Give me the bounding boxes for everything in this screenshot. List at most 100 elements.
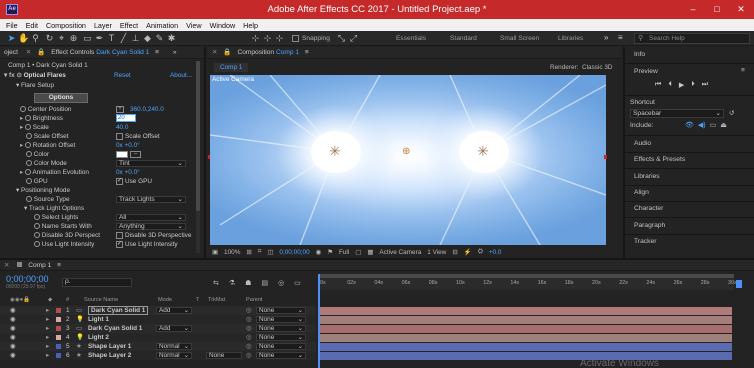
layer-row[interactable]: ◉ ▸ 2 💡 Light 1 ◎ None ⌄ [0, 315, 316, 324]
expand-triangle-icon[interactable]: ▸ [46, 324, 49, 333]
options-button[interactable]: Options [34, 93, 88, 103]
stopwatch-icon[interactable] [34, 241, 40, 248]
eyedropper-icon[interactable]: ⎯ [130, 151, 141, 158]
flare-setup-group[interactable]: ▾ Flare Setup [16, 81, 54, 90]
hand-tool-icon[interactable]: ✋ [18, 33, 29, 44]
preview-panel-tab[interactable]: Preview [634, 68, 658, 75]
snap-options-icon[interactable]: ⤡ [336, 33, 347, 44]
align-panel-tab[interactable]: Align [634, 189, 649, 196]
label-color-swatch[interactable] [56, 335, 61, 340]
work-area-bar[interactable] [320, 274, 734, 278]
zoom-tool-icon[interactable]: ⚲ [30, 33, 41, 44]
stopwatch-icon[interactable] [34, 223, 40, 230]
parent-pickwhip-icon[interactable]: ◎ [246, 306, 252, 315]
stopwatch-icon[interactable] [24, 115, 31, 122]
layer-name[interactable]: Shape Layer 2 [88, 351, 131, 360]
play-icon[interactable]: ▶ [679, 81, 684, 89]
layer-parent-select[interactable]: None ⌄ [256, 352, 306, 359]
include-overlays-icon[interactable]: ▭ [710, 121, 717, 129]
snap-feather-icon[interactable]: ⤢ [348, 33, 359, 44]
stopwatch-icon[interactable] [24, 142, 31, 149]
menu-composition[interactable]: Composition [46, 21, 86, 30]
disable-3d-checkbox[interactable] [116, 232, 123, 239]
view-layout-select[interactable]: 1 View [427, 249, 446, 256]
brightness-input[interactable]: 20 [116, 114, 136, 122]
graph-editor-icon[interactable]: ▭ [294, 279, 301, 287]
use-light-intensity-checkbox[interactable]: ✓ [116, 241, 123, 248]
layer-mode-select[interactable]: Normal ⌄ [156, 343, 192, 350]
track-light-options-group[interactable]: ▾ Track Light Options [24, 204, 84, 213]
name-starts-with-select[interactable]: Anything ⌄ [116, 223, 186, 230]
expand-triangle-icon[interactable]: ▸ [46, 351, 49, 360]
end-marker[interactable] [736, 280, 742, 288]
layer-duration-bar[interactable] [320, 315, 732, 324]
more-workspaces-icon[interactable]: » [604, 33, 608, 42]
menu-animation[interactable]: Animation [146, 21, 178, 30]
parent-pickwhip-icon[interactable]: ◎ [246, 342, 252, 351]
effect-controls-tab[interactable]: oject ✕ 🔒 Effect Controls Dark Cyan Soli… [0, 47, 204, 59]
crosshair-icon[interactable]: + [116, 106, 124, 113]
label-color-swatch[interactable] [56, 326, 61, 331]
frame-blending-icon[interactable]: ▤ [261, 279, 268, 287]
workspace-libraries[interactable]: Libraries [558, 35, 583, 42]
label-color-swatch[interactable] [56, 317, 61, 322]
brush-tool-icon[interactable]: ╱ [118, 33, 129, 44]
positioning-mode-group[interactable]: ▾ Positioning Mode [16, 186, 70, 195]
shy-layers-icon[interactable]: ☗ [245, 279, 251, 287]
layer-parent-select[interactable]: None ⌄ [256, 343, 306, 350]
layer-duration-bar[interactable] [320, 333, 732, 342]
workspace-standard[interactable]: Standard [450, 35, 477, 42]
fit-icon[interactable]: ⊞ [246, 248, 251, 256]
clone-stamp-tool-icon[interactable]: ⊥ [130, 33, 141, 44]
visibility-eye-icon[interactable]: ◉ [10, 333, 16, 342]
last-frame-icon[interactable]: ⏭ [702, 81, 708, 89]
lock-icon[interactable]: 🔒 [37, 49, 45, 56]
flowchart-icon[interactable]: ⛭ [478, 248, 483, 256]
draft-3d-icon[interactable]: ⚗ [229, 279, 235, 287]
eraser-tool-icon[interactable]: ◆ [142, 33, 153, 44]
audio-panel-tab[interactable]: Audio [634, 140, 651, 147]
label-color-swatch[interactable] [56, 353, 61, 358]
menu-effect[interactable]: Effect [120, 21, 138, 30]
panel-menu-icon[interactable]: ≡ [305, 49, 309, 56]
source-type-select[interactable]: Track Lights ⌄ [116, 196, 186, 203]
parent-pickwhip-icon[interactable]: ◎ [246, 324, 252, 333]
rotation-offset-value[interactable]: 0x +0.0° [116, 141, 140, 150]
stopwatch-icon[interactable] [34, 232, 40, 239]
panel-menu-icon[interactable]: ≡ [741, 67, 745, 74]
zoom-select[interactable]: 100% [224, 249, 240, 256]
layer-name[interactable]: Light 1 [88, 315, 109, 324]
layer-name[interactable]: Dark Cyan Solid 1 [88, 324, 142, 333]
parent-pickwhip-icon[interactable]: ◎ [246, 315, 252, 324]
tracker-panel-tab[interactable]: Tracker [634, 238, 656, 245]
scrollbar[interactable] [196, 61, 200, 253]
composition-tab[interactable]: ✕ 🔒 Composition Comp 1 ≡ [208, 47, 621, 59]
select-lights-select[interactable]: All ⌄ [116, 214, 186, 221]
layer-row[interactable]: ◉ ▸ 3 ▭ Dark Cyan Solid 1 Add ⌄ ◎ None ⌄ [0, 324, 316, 333]
close-tab-icon[interactable]: ✕ [212, 49, 218, 56]
active-camera-select[interactable]: Active Camera [379, 249, 421, 256]
expand-panels-icon[interactable]: » [173, 49, 177, 56]
layer-name[interactable]: Shape Layer 1 [88, 342, 131, 351]
color-swatch[interactable] [116, 151, 128, 158]
menu-help[interactable]: Help [243, 21, 258, 30]
stopwatch-icon[interactable] [24, 169, 31, 176]
about-link[interactable]: About... [170, 71, 192, 80]
expand-triangle-icon[interactable]: ▸ [46, 342, 49, 351]
menu-layer[interactable]: Layer [94, 21, 112, 30]
pen-tool-icon[interactable]: ✒ [94, 33, 105, 44]
parent-pickwhip-icon[interactable]: ◎ [246, 333, 252, 342]
stopwatch-icon[interactable] [26, 196, 32, 203]
transparency-grid-icon[interactable]: ▦ [367, 248, 373, 256]
expand-triangle-icon[interactable]: ▸ [46, 315, 49, 324]
resolution-select[interactable]: Full [339, 249, 349, 256]
maximize-button[interactable]: □ [708, 3, 726, 15]
parent-pickwhip-icon[interactable]: ◎ [246, 351, 252, 360]
stopwatch-icon[interactable] [20, 106, 26, 113]
search-help-input[interactable]: ⚲ Search Help [634, 33, 750, 44]
layer-row[interactable]: ◉ ▸ 6 ★ Shape Layer 2 Normal ⌄ None ◎ None ⌄ [0, 351, 316, 360]
shortcut-select[interactable]: Spacebar ⌄ [630, 109, 724, 118]
menu-view[interactable]: View [186, 21, 201, 30]
layer-row[interactable]: ◉ ▸ 4 💡 Light 2 ◎ None ⌄ [0, 333, 316, 342]
visibility-eye-icon[interactable]: ◉ [10, 306, 16, 315]
